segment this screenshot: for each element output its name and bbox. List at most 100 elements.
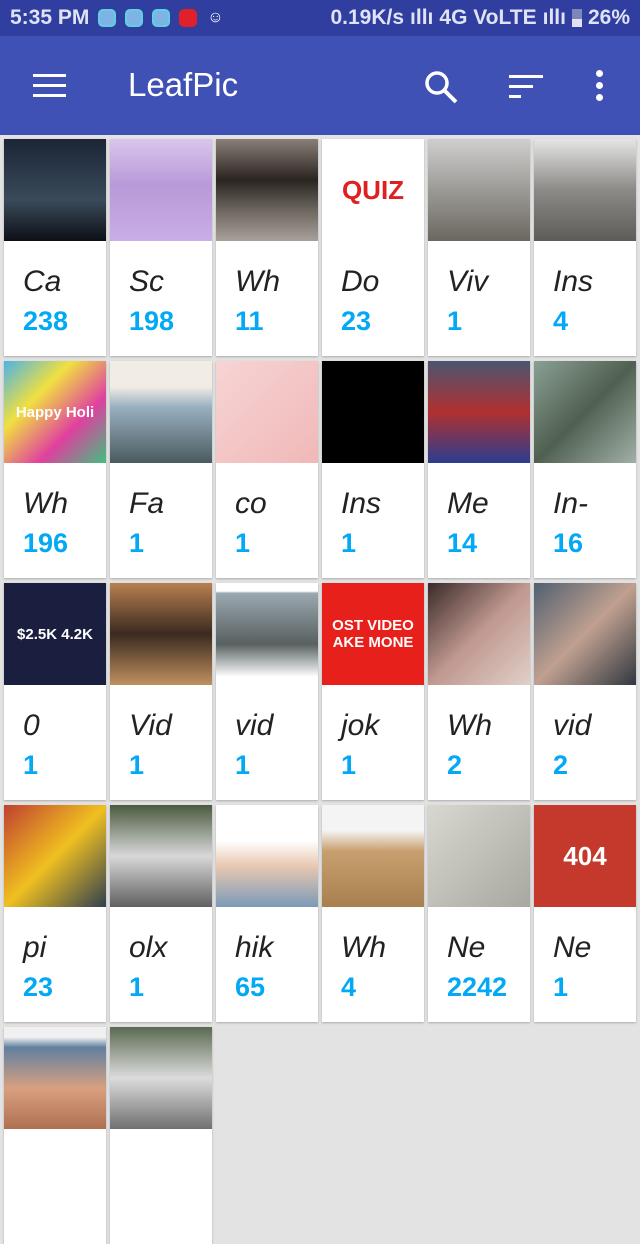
album-card[interactable]	[110, 1027, 212, 1244]
album-card[interactable]: Ins 1	[322, 361, 424, 578]
album-card[interactable]: Wh 11	[216, 139, 318, 356]
album-count: 4	[341, 972, 357, 1002]
album-card[interactable]: Ca 238	[4, 139, 106, 356]
album-count: 196	[23, 528, 69, 558]
album-count: 23	[23, 972, 54, 1002]
album-thumbnail	[110, 805, 212, 907]
person-icon: ☺	[207, 9, 224, 26]
album-card[interactable]: Fa 1	[110, 361, 212, 578]
thumbnail-text: OST VIDEO AKE MONE	[332, 617, 414, 651]
album-card[interactable]: Ne 2242	[428, 805, 530, 1022]
album-thumbnail: 404	[534, 805, 636, 907]
album-card[interactable]: vid 2	[534, 583, 636, 800]
album-count: 238	[23, 306, 69, 336]
album-name: Wh	[235, 265, 280, 298]
search-icon[interactable]	[423, 69, 459, 105]
album-card[interactable]: QUIZ Do 23	[322, 139, 424, 356]
album-thumbnail	[322, 805, 424, 907]
album-card[interactable]	[4, 1027, 106, 1244]
album-thumbnail	[216, 139, 318, 241]
album-card[interactable]: olx 1	[110, 805, 212, 1022]
album-name: Vid	[129, 709, 172, 742]
album-count: 4	[553, 306, 569, 336]
album-card[interactable]: Happy Holi Wh 196	[4, 361, 106, 578]
menu-icon[interactable]	[33, 74, 66, 98]
sort-icon[interactable]	[509, 75, 543, 99]
discord-icon	[98, 9, 117, 27]
album-card[interactable]: OST VIDEO AKE MONE jok 1	[322, 583, 424, 800]
album-card[interactable]: Vid 1	[110, 583, 212, 800]
album-count: 1	[129, 528, 145, 558]
album-count: 1	[235, 528, 251, 558]
album-count: 1	[341, 750, 357, 780]
album-count: 2242	[447, 972, 508, 1002]
album-count: 2	[553, 750, 569, 780]
album-thumbnail	[216, 805, 318, 907]
album-card[interactable]: Viv 1	[428, 139, 530, 356]
battery-icon	[571, 9, 582, 27]
album-count: 2	[447, 750, 463, 780]
album-thumbnail	[534, 361, 636, 463]
thumbnail-text: Happy Holi	[15, 403, 95, 421]
album-thumbnail: $2.5K 4.2K	[4, 583, 106, 685]
album-thumbnail	[4, 1027, 106, 1129]
album-name: pi	[23, 931, 47, 964]
album-name: Wh	[341, 931, 386, 964]
album-name: Ins	[553, 265, 594, 298]
album-thumbnail: OST VIDEO AKE MONE	[322, 583, 424, 685]
thumbnail-text: 404	[563, 840, 607, 871]
album-card[interactable]: $2.5K 4.2K 0 1	[4, 583, 106, 800]
album-name: Fa	[129, 487, 165, 520]
album-name: Viv	[447, 265, 489, 298]
album-card[interactable]: vid 1	[216, 583, 318, 800]
album-card[interactable]: pi 23	[4, 805, 106, 1022]
album-count: 1	[129, 750, 145, 780]
album-thumbnail	[4, 139, 106, 241]
album-name: hik	[235, 931, 274, 964]
album-count: 11	[235, 306, 264, 336]
album-thumbnail	[216, 583, 318, 685]
album-name: Sc	[129, 265, 165, 298]
album-count: 1	[235, 750, 251, 780]
album-card[interactable]: In- 16	[534, 361, 636, 578]
app-bar: LeafPic	[0, 36, 640, 135]
album-name: Wh	[447, 709, 492, 742]
album-count: 23	[341, 306, 372, 336]
album-card[interactable]: co 1	[216, 361, 318, 578]
app-notification-icon	[179, 9, 198, 27]
album-card[interactable]: Wh 4	[322, 805, 424, 1022]
more-options-icon[interactable]	[596, 70, 606, 102]
album-name: Me	[447, 487, 489, 520]
album-card[interactable]: Ins 4	[534, 139, 636, 356]
album-thumbnail	[428, 805, 530, 907]
album-card[interactable]: hik 65	[216, 805, 318, 1022]
album-name: Ne	[447, 931, 486, 964]
network-type: 4G VoLTE	[439, 6, 537, 29]
album-name: olx	[129, 931, 168, 964]
signal-icon: ıllı	[542, 6, 566, 29]
album-thumbnail	[534, 583, 636, 685]
album-card[interactable]: Wh 2	[428, 583, 530, 800]
album-thumbnail	[428, 361, 530, 463]
album-name: Wh	[23, 487, 68, 520]
album-name: Ins	[341, 487, 382, 520]
album-thumbnail	[216, 361, 318, 463]
album-count: 1	[553, 972, 569, 1002]
discord-icon	[125, 9, 144, 27]
album-thumbnail	[428, 139, 530, 241]
album-thumbnail	[110, 1027, 212, 1129]
album-name: Do	[341, 265, 380, 298]
album-name: jok	[341, 709, 380, 742]
album-count: 1	[341, 528, 357, 558]
album-thumbnail	[428, 583, 530, 685]
album-name: In-	[553, 487, 589, 520]
album-name: vid	[553, 709, 592, 742]
album-card[interactable]: Me 14	[428, 361, 530, 578]
album-count: 1	[447, 306, 463, 336]
album-count: 1	[23, 750, 39, 780]
album-card[interactable]: 404 Ne 1	[534, 805, 636, 1022]
album-thumbnail: QUIZ	[322, 139, 424, 241]
album-name: Ca	[23, 265, 62, 298]
album-card[interactable]: Sc 198	[110, 139, 212, 356]
album-thumbnail	[534, 139, 636, 241]
